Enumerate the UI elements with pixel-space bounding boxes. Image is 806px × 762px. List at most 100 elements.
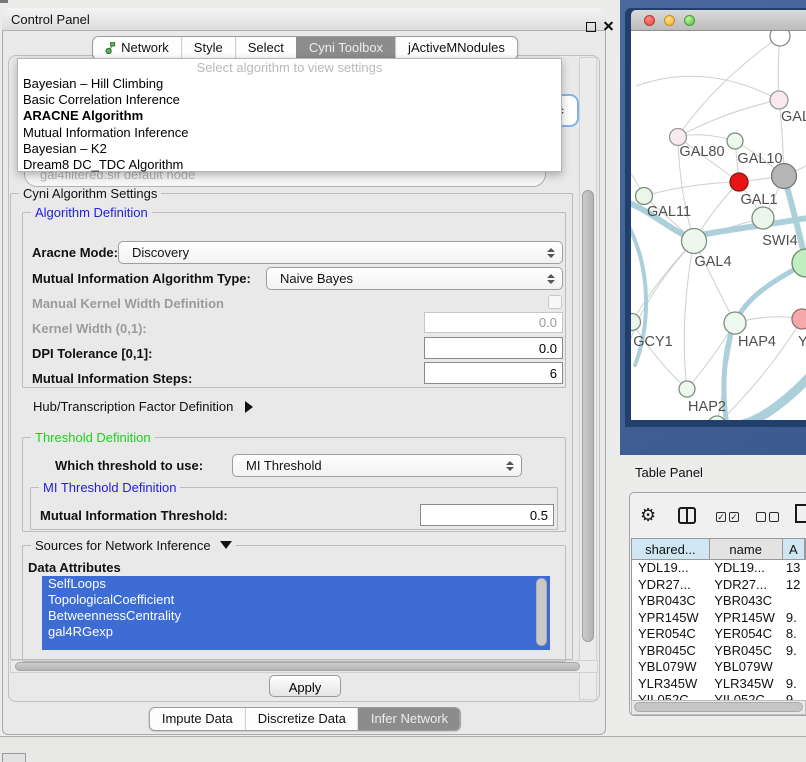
table-cell: YBR043C (632, 593, 710, 610)
panel-vertical-scrollbar-thumb[interactable] (582, 190, 594, 642)
network-node[interactable] (772, 164, 797, 189)
close-window-icon[interactable] (644, 15, 655, 26)
table-row[interactable]: YDL19...YDL19...13 (632, 560, 806, 577)
tab-impute-data[interactable]: Impute Data (150, 708, 245, 730)
hub-definition-expander[interactable]: Hub/Transcription Factor Definition (33, 399, 253, 414)
table-cell: YBR045C (710, 643, 782, 660)
combo-stepper-icon (547, 274, 555, 284)
network-node[interactable] (792, 249, 806, 277)
tab-style[interactable]: Style (181, 37, 235, 59)
apply-button[interactable]: Apply (269, 675, 341, 697)
network-edge (644, 182, 739, 196)
tab-select[interactable]: Select (235, 37, 296, 59)
mi-threshold-field[interactable] (420, 504, 554, 526)
network-node[interactable] (752, 207, 774, 229)
table-row[interactable]: YBR045CYBR045C9. (632, 643, 806, 660)
table-cell: 9. (782, 643, 806, 660)
algorithm-option[interactable]: Bayesian – Hill Climbing (18, 76, 561, 92)
table-row[interactable]: YLR345WYLR345W9. (632, 676, 806, 693)
network-node[interactable] (724, 312, 746, 334)
table-cell: YBL079W (710, 659, 782, 676)
column-header[interactable]: A (783, 539, 805, 559)
dpi-tolerance-label: DPI Tolerance [0,1]: (32, 346, 152, 361)
algorithm-option[interactable]: ARACNE Algorithm (18, 108, 561, 124)
network-node-label: GAL (781, 109, 806, 125)
network-node[interactable] (770, 31, 790, 46)
network-node[interactable] (636, 188, 653, 205)
zoom-window-icon[interactable] (684, 15, 695, 26)
document-icon[interactable] (795, 504, 806, 523)
network-node[interactable] (670, 129, 687, 146)
manual-kernel-checkbox (548, 295, 562, 309)
screen-edge-artifact (0, 0, 8, 3)
tab-discretize-data[interactable]: Discretize Data (245, 708, 358, 730)
table-cell: YDR27... (710, 577, 782, 594)
network-node[interactable] (770, 91, 788, 109)
chevron-down-icon (220, 541, 232, 549)
table-cell: YER054C (632, 626, 710, 643)
columns-icon[interactable] (678, 507, 696, 524)
dpi-tolerance-field[interactable] (424, 337, 563, 359)
float-panel-icon[interactable] (586, 22, 596, 32)
network-node-label: GCY1 (633, 334, 673, 350)
table-cell: YBL079W (632, 659, 710, 676)
gear-icon[interactable]: ⚙ (640, 504, 656, 526)
network-node[interactable] (792, 309, 806, 329)
attributes-scrollbar-thumb[interactable] (536, 578, 547, 646)
algorithm-option[interactable]: Mutual Information Inference (18, 125, 561, 141)
unchecked-box-icon[interactable] (769, 512, 779, 522)
table-cell: 12 (782, 577, 806, 594)
table-cell: YDR27... (632, 577, 710, 594)
algorithm-option[interactable]: Basic Correlation Inference (18, 92, 561, 108)
tab-cyni-toolbox[interactable]: Cyni Toolbox (296, 37, 395, 59)
mi-algorithm-type-combo[interactable]: Naive Bayes (266, 267, 563, 290)
minimize-window-icon[interactable] (664, 15, 675, 26)
tab-label: jActiveMNodules (408, 37, 505, 59)
algorithm-option[interactable]: Dream8 DC_TDC Algorithm (18, 157, 561, 173)
mi-type-label: Mutual Information Algorithm Type: (32, 271, 251, 286)
group-title: Algorithm Definition (31, 205, 152, 220)
corner-button[interactable] (2, 753, 26, 762)
network-node[interactable] (727, 133, 743, 149)
control-panel-tabs: NetworkStyleSelectCyni Toolbox jActiveMNo… (92, 36, 518, 60)
sources-expander[interactable]: Sources for Network Inference (31, 538, 236, 553)
dropdown-prompt: Select algorithm to view settings (18, 59, 561, 76)
mi-type-value: Naive Bayes (280, 271, 547, 286)
table-row[interactable]: YER054CYER054C8. (632, 626, 806, 643)
tab-jactivemnodules[interactable]: jActiveMNodules (395, 37, 517, 59)
table-row[interactable]: YIL052CYIL052C9. (632, 692, 806, 700)
data-attributes-list: SelfLoopsTopologicalCoefficientBetweenne… (42, 576, 550, 650)
table-row[interactable]: YBL079WYBL079W (632, 659, 806, 676)
aracne-mode-combo[interactable]: Discovery (118, 241, 563, 264)
which-threshold-combo[interactable]: MI Threshold (232, 454, 522, 477)
network-node[interactable] (631, 314, 641, 331)
column-header[interactable]: shared... (632, 539, 710, 559)
panel-horizontal-scrollbar-thumb[interactable] (15, 662, 580, 671)
checked-box-icon[interactable]: ✓ (729, 512, 739, 522)
network-icon (105, 42, 116, 54)
table-cell: YIL052C (710, 692, 782, 700)
attribute-list-item[interactable]: gal4RGexp (42, 624, 550, 640)
column-header[interactable]: name (710, 539, 783, 559)
network-node[interactable] (682, 229, 707, 254)
table-row[interactable]: YPR145WYPR145W9. (632, 610, 806, 627)
network-node[interactable] (730, 173, 748, 191)
mi-steps-field[interactable] (424, 362, 563, 384)
close-panel-icon[interactable] (602, 20, 614, 32)
tab-network[interactable]: Network (93, 37, 181, 59)
tab-infer-network[interactable]: Infer Network (358, 708, 460, 730)
network-node[interactable] (679, 381, 695, 397)
table-row[interactable]: YDR27...YDR27...12 (632, 577, 806, 594)
attribute-list-item[interactable]: TopologicalCoefficient (42, 592, 550, 608)
sources-title: Sources for Network Inference (35, 538, 211, 553)
table-horizontal-scrollbar-thumb[interactable] (634, 702, 803, 712)
attribute-list-item[interactable]: SelfLoops (42, 576, 550, 592)
checked-box-icon[interactable]: ✓ (716, 512, 726, 522)
network-canvas[interactable]: GALGAL80GAL10GAL1GAL11GAL4SWI4GCY1HAP4YH… (631, 31, 806, 420)
algorithm-option[interactable]: Bayesian – K2 (18, 141, 561, 157)
unchecked-box-icon[interactable] (756, 512, 766, 522)
table-row[interactable]: YBR043CYBR043C (632, 593, 806, 610)
control-panel-titlebar: Control Panel (2, 8, 606, 31)
network-window-titlebar[interactable] (631, 10, 806, 31)
attribute-list-item[interactable]: BetweennessCentrality (42, 608, 550, 624)
